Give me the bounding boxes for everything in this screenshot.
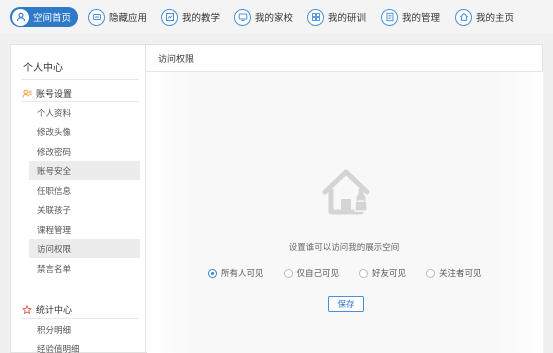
teaching-icon: [161, 8, 178, 26]
nav-item-space-home[interactable]: 空间首页: [10, 7, 79, 27]
sidebar-divider: [21, 101, 139, 102]
radio-label: 所有人可见: [221, 269, 264, 279]
sidebar: 个人中心 账号设置 个人资料 修改头像 修改密码 账号安全 任职信息 关联孩子 …: [10, 44, 145, 353]
radio-only-me[interactable]: 仅自己可见: [283, 267, 340, 279]
star-icon: [22, 304, 32, 314]
sidebar-item-points-detail[interactable]: 积分明细: [29, 320, 140, 339]
nav-item-my-management[interactable]: 我的管理: [381, 7, 440, 27]
sidebar-item-change-avatar[interactable]: 修改头像: [29, 122, 140, 141]
person-icon: [12, 8, 29, 26]
main-panel: 访问权限 设置谁可以访问我的展示空间 所有人可见 仅自己可见 好友可见 关注者可…: [145, 44, 543, 353]
radio-button[interactable]: [283, 268, 293, 278]
sidebar-item-profile[interactable]: 个人资料: [29, 103, 140, 122]
nav-item-my-homepage[interactable]: 我的主页: [455, 7, 514, 27]
radio-friends[interactable]: 好友可见: [359, 267, 406, 279]
sidebar-item-account-security[interactable]: 账号安全: [29, 161, 140, 180]
radio-label: 好友可见: [372, 269, 407, 279]
sidebar-group-account-settings[interactable]: 账号设置: [22, 87, 72, 100]
radio-button[interactable]: [359, 268, 369, 278]
nav-item-my-research[interactable]: 我的研训: [307, 7, 366, 27]
sidebar-item-course-management[interactable]: 课程管理: [29, 220, 140, 239]
sidebar-group-statistics[interactable]: 统计中心: [22, 303, 72, 316]
sidebar-item-access-permission[interactable]: 访问权限: [29, 239, 140, 258]
radio-label: 关注者可见: [439, 269, 482, 279]
sidebar-item-mute-list[interactable]: 禁言名单: [29, 259, 140, 278]
sidebar-divider: [21, 79, 139, 80]
permission-message: 设置谁可以访问我的展示空间: [288, 243, 400, 253]
document-icon: [381, 8, 398, 26]
nav-item-label: 我的家校: [255, 13, 294, 24]
nav-item-label: 我的主页: [476, 13, 515, 24]
radio-label: 仅自己可见: [296, 269, 340, 279]
sidebar-item-position-info[interactable]: 任职信息: [29, 181, 140, 200]
nav-item-label: 我的管理: [402, 13, 441, 24]
radio-followers[interactable]: 关注者可见: [426, 267, 482, 279]
page-title: 访问权限: [146, 45, 542, 72]
nav-item-label: 空间首页: [33, 13, 72, 24]
user-settings-icon: [22, 89, 32, 98]
grid-icon: [307, 8, 324, 26]
save-button[interactable]: 保存: [328, 296, 364, 312]
nav-item-label: 隐藏应用: [109, 13, 148, 24]
sidebar-item-linked-children[interactable]: 关联孩子: [29, 200, 140, 219]
nav-item-my-home-school[interactable]: 我的家校: [234, 7, 293, 27]
sidebar-item-change-password[interactable]: 修改密码: [29, 142, 140, 161]
radio-button[interactable]: [426, 268, 436, 278]
sidebar-group-label: 统计中心: [36, 306, 73, 316]
nav-item-label: 我的教学: [182, 13, 221, 24]
home-icon: [455, 8, 472, 26]
monitor-icon: [234, 8, 251, 26]
top-nav: 空间首页 隐藏应用 我的教学 我的家校 我的研训 我的管理 我的主页: [0, 0, 553, 34]
app-icon: [88, 8, 105, 26]
visibility-radio-group: 所有人可见 仅自己可见 好友可见 关注者可见: [208, 266, 502, 280]
sidebar-group-label: 账号设置: [36, 90, 73, 100]
sidebar-title: 个人中心: [23, 63, 63, 74]
nav-item-my-teaching[interactable]: 我的教学: [161, 7, 220, 27]
locked-house-icon: [319, 167, 375, 217]
nav-item-label: 我的研训: [328, 13, 367, 24]
radio-button[interactable]: [208, 268, 217, 278]
nav-item-hidden-apps[interactable]: 隐藏应用: [88, 7, 147, 27]
sidebar-divider: [21, 318, 139, 319]
sidebar-item-experience-detail[interactable]: 经验值明细: [29, 339, 140, 353]
radio-everyone[interactable]: 所有人可见: [208, 267, 264, 279]
